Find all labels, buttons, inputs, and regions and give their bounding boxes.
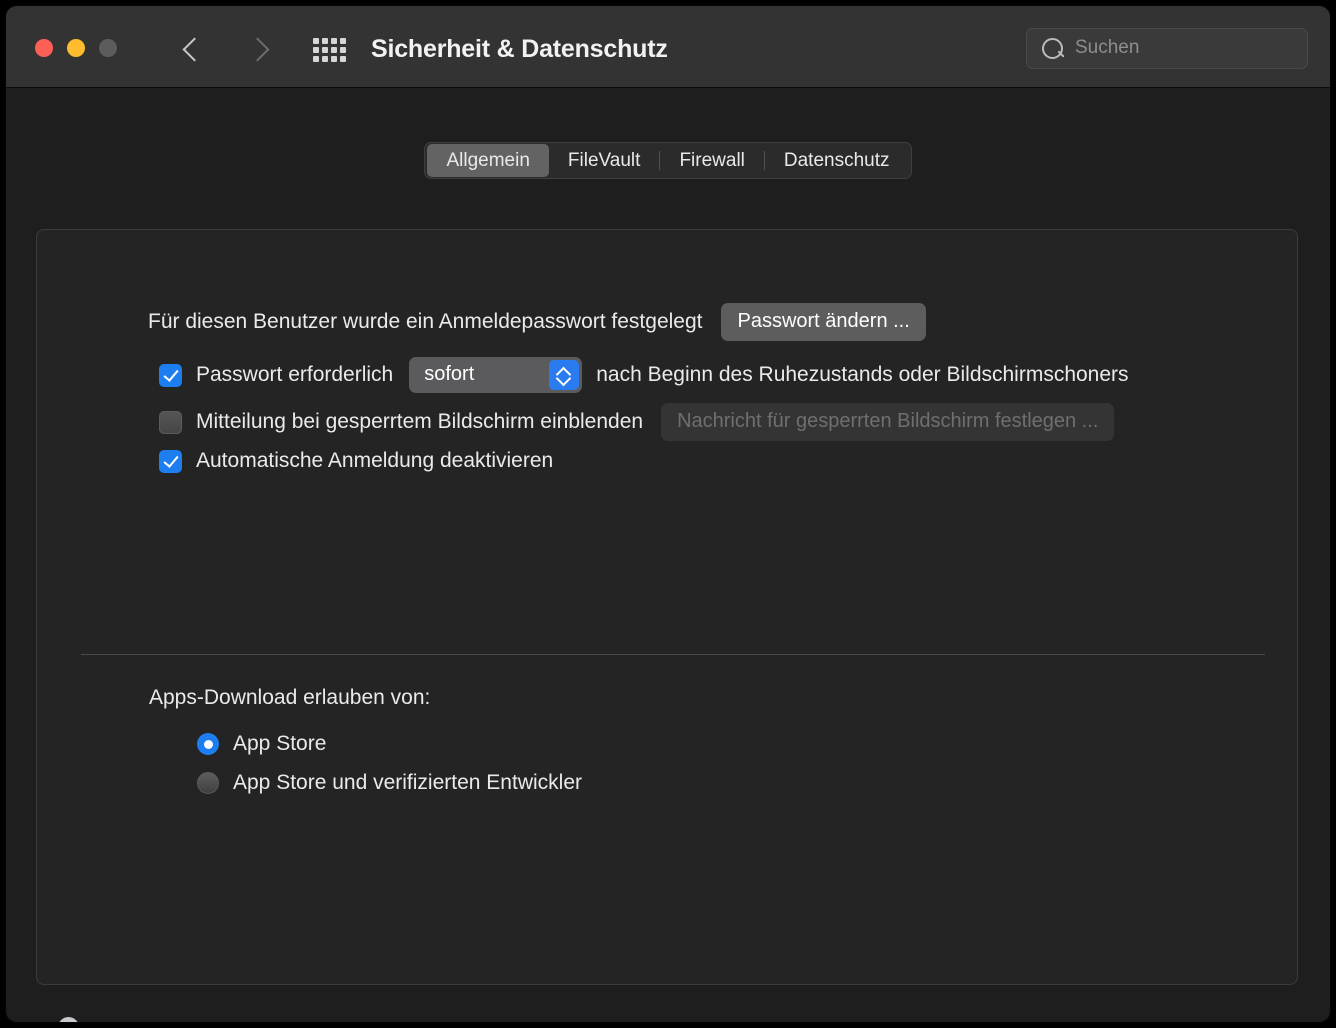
radio-app-store-label: App Store [233, 732, 327, 755]
require-password-row: Passwort erforderlich sofort nach Beginn… [159, 357, 1129, 393]
app-download-option-app-store[interactable]: App Store [197, 732, 326, 756]
search-icon [1042, 38, 1063, 59]
search-placeholder: Suchen [1075, 37, 1140, 58]
chevron-right-icon [245, 37, 270, 62]
require-password-label: Passwort erforderlich [196, 363, 394, 386]
radio-app-store[interactable] [197, 733, 219, 755]
preferences-panel: Für diesen Benutzer wurde ein Anmeldepas… [36, 229, 1298, 985]
lock-message-checkbox[interactable] [159, 410, 182, 434]
window-body: Allgemein FileVault Firewall Datenschutz… [6, 88, 1330, 1022]
system-preferences-window: Sicherheit & Datenschutz Suchen Allgemei… [6, 6, 1330, 1022]
tab-firewall[interactable]: Firewall [660, 144, 763, 177]
app-download-option-app-store-and-developers[interactable]: App Store und verifizierten Entwickler [197, 771, 582, 795]
change-password-button[interactable]: Passwort ändern ... [721, 303, 926, 341]
zoom-window-button[interactable] [99, 39, 117, 57]
padlock-shackle [58, 1017, 79, 1022]
tab-datenschutz[interactable]: Datenschutz [765, 144, 909, 177]
password-delay-value: sofort [424, 363, 475, 385]
password-status-row: Für diesen Benutzer wurde ein Anmeldepas… [148, 303, 926, 341]
password-delay-dropdown[interactable]: sofort [409, 357, 583, 393]
show-all-grid-icon[interactable] [313, 38, 347, 62]
require-password-checkbox[interactable] [159, 363, 182, 387]
set-lock-message-button[interactable]: Nachricht für gesperrten Bildschirm fest… [661, 403, 1115, 441]
password-status-label: Für diesen Benutzer wurde ein Anmeldepas… [148, 310, 703, 333]
forward-button[interactable] [244, 32, 276, 66]
unlocked-padlock-icon[interactable] [42, 1017, 88, 1022]
window-titlebar: Sicherheit & Datenschutz Suchen [6, 6, 1330, 88]
tab-bar: Allgemein FileVault Firewall Datenschutz [6, 142, 1330, 179]
minimize-window-button[interactable] [67, 39, 85, 57]
radio-app-store-and-developers[interactable] [197, 772, 219, 794]
lock-message-label: Mitteilung bei gesperrtem Bildschirm ein… [196, 410, 644, 433]
page-title: Sicherheit & Datenschutz [371, 35, 668, 63]
radio-app-store-and-developers-label: App Store und verifizierten Entwickler [233, 771, 582, 794]
disable-auto-login-checkbox[interactable] [159, 449, 182, 473]
chevron-left-icon [182, 37, 207, 62]
require-password-tail-label: nach Beginn des Ruhezustands oder Bildsc… [596, 363, 1129, 386]
tab-filevault[interactable]: FileVault [549, 144, 660, 177]
app-download-title: Apps-Download erlauben von: [149, 686, 431, 709]
disable-auto-login-label: Automatische Anmeldung deaktivieren [196, 449, 554, 472]
traffic-lights [35, 39, 117, 57]
disable-auto-login-row: Automatische Anmeldung deaktivieren [159, 449, 553, 473]
section-divider [81, 654, 1265, 655]
close-window-button[interactable] [35, 39, 53, 57]
search-field[interactable]: Suchen [1026, 28, 1308, 69]
chevron-up-down-icon[interactable] [549, 360, 580, 390]
back-button[interactable] [178, 32, 210, 66]
tab-allgemein[interactable]: Allgemein [427, 144, 549, 177]
segmented-control: Allgemein FileVault Firewall Datenschutz [424, 142, 912, 179]
lock-message-row: Mitteilung bei gesperrtem Bildschirm ein… [159, 403, 1115, 441]
